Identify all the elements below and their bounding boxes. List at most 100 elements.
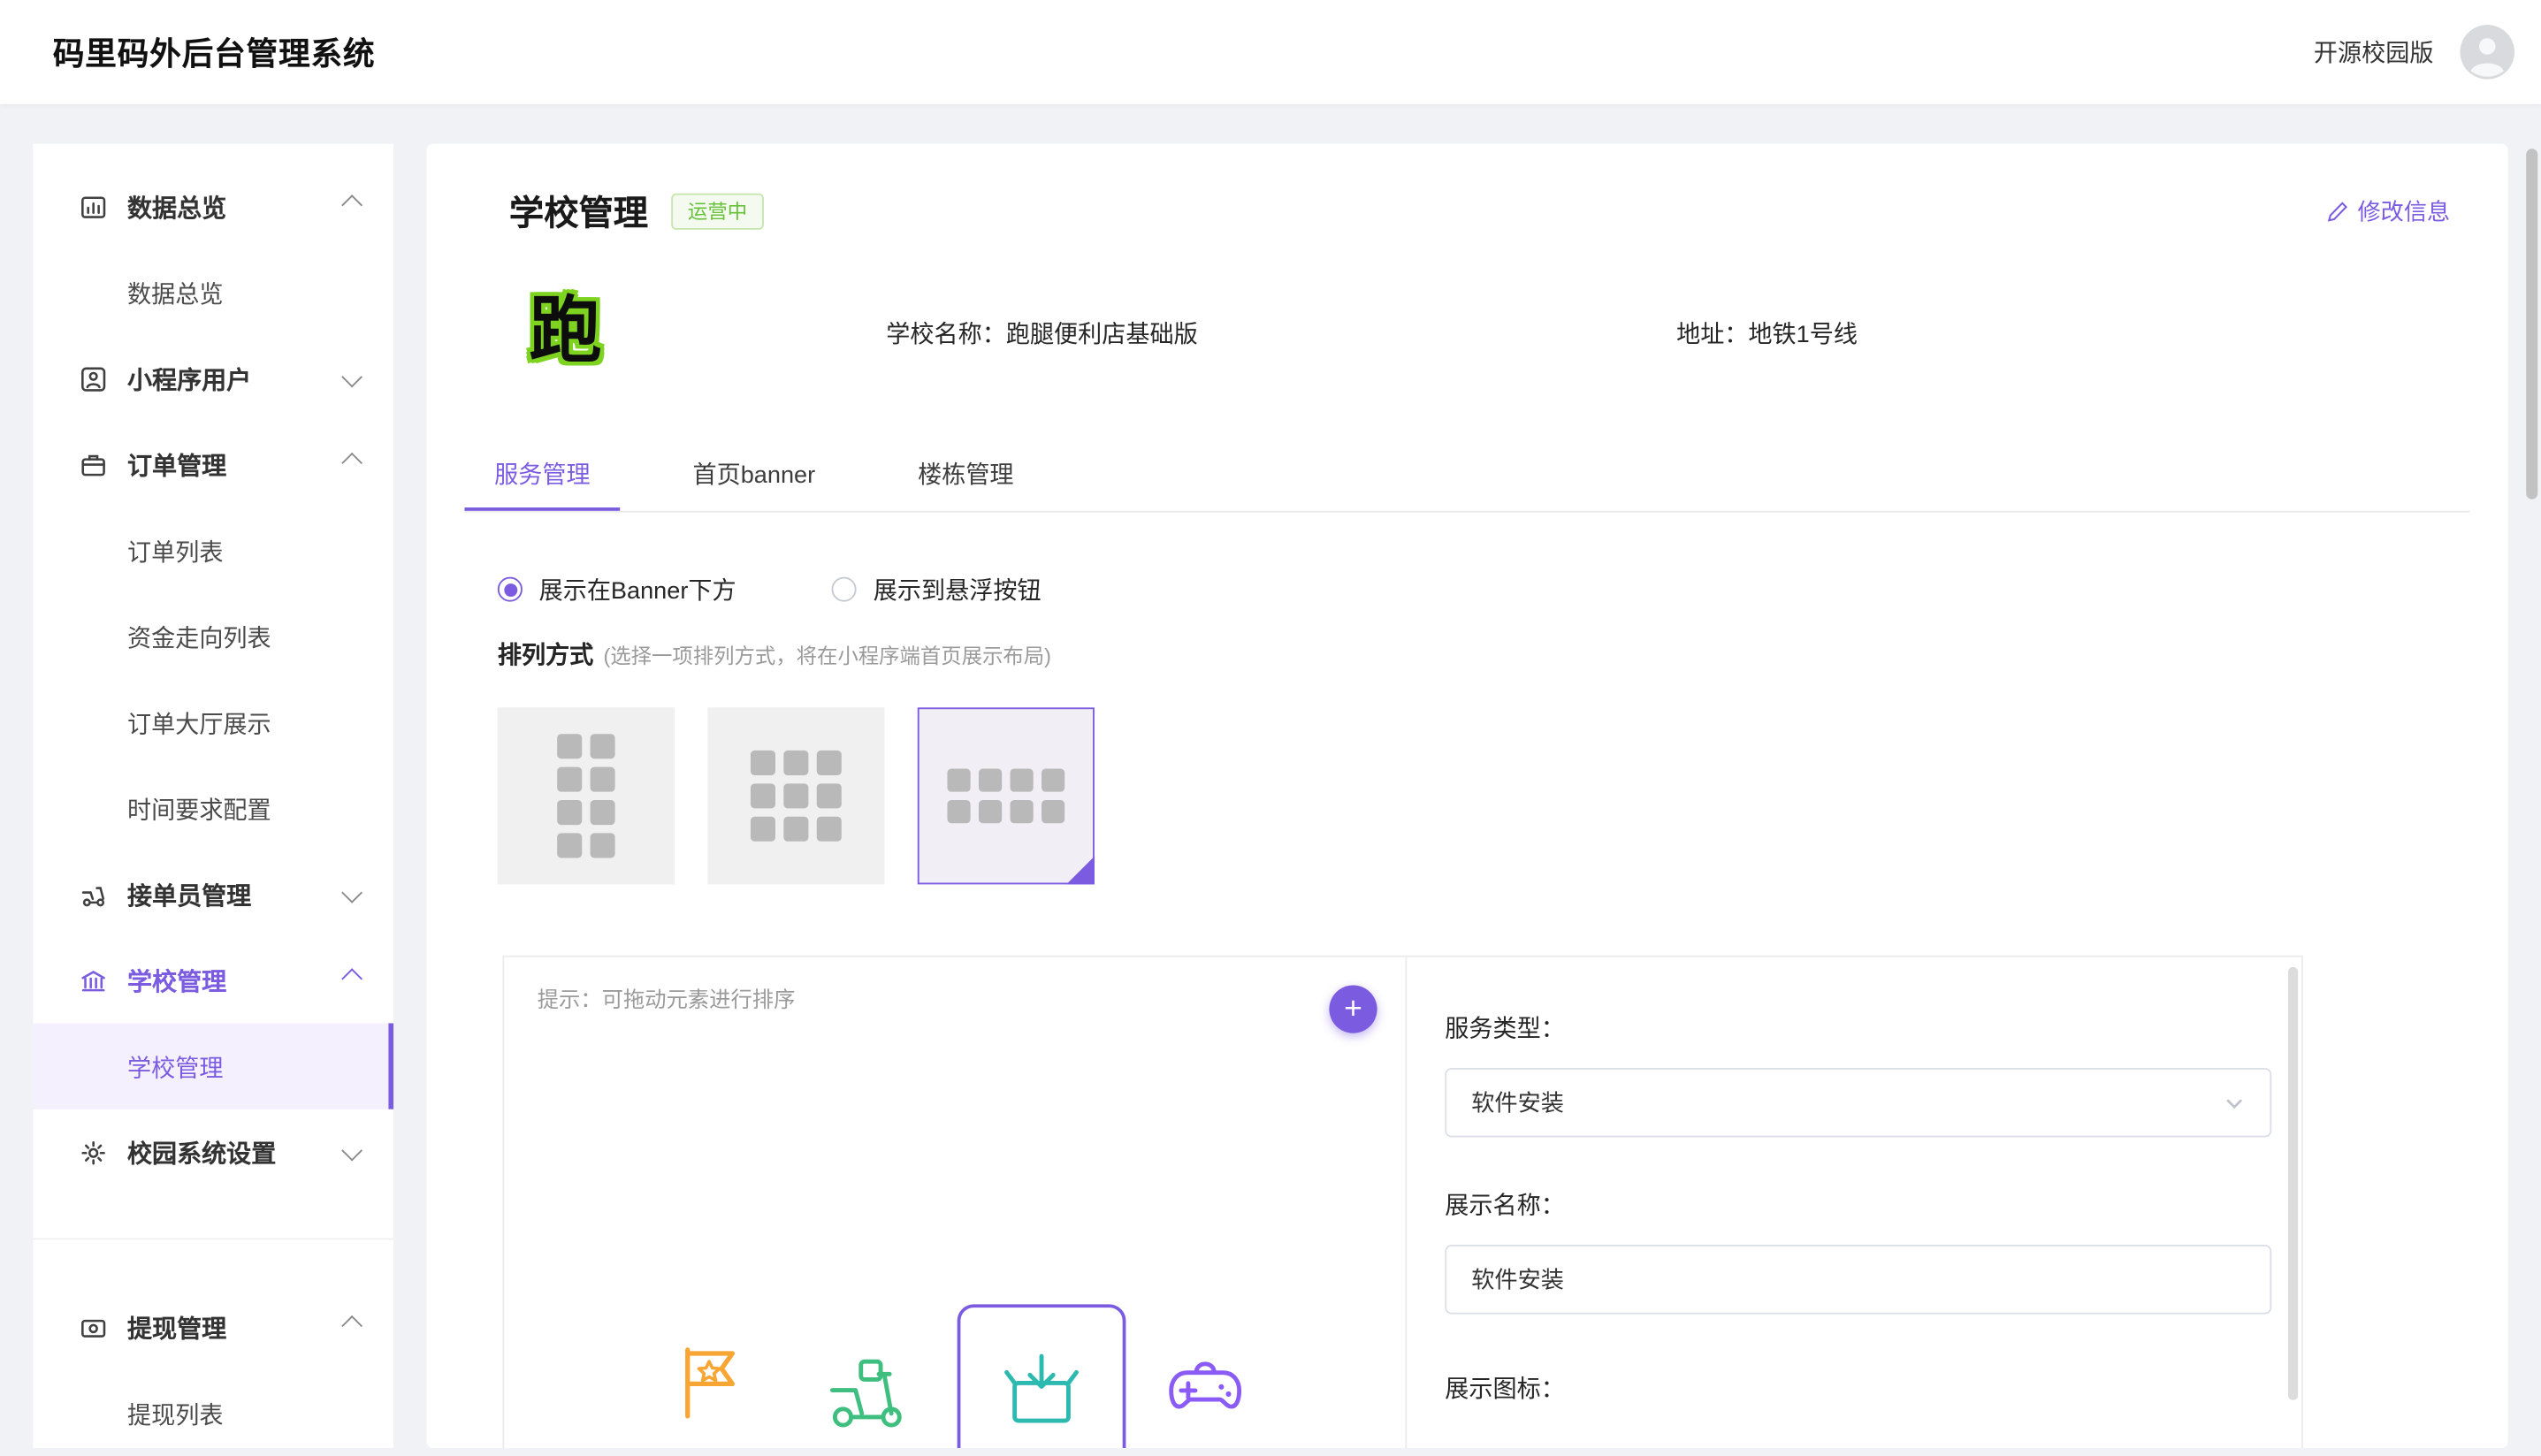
service-settings-section: 展示在Banner下方 展示到悬浮按钮 排列方式 (选择一项排列方式，将在小程序… <box>426 572 2507 1448</box>
sidebar-item-label: 提现管理 <box>127 1310 226 1345</box>
sidebar: 数据总览 数据总览 小程序用户 订单管理 订单列表 资金走向列表 订单 <box>33 144 393 1448</box>
gamepad-icon <box>1163 1344 1248 1429</box>
chart-board-icon <box>78 192 108 222</box>
display-name-field <box>1445 1245 2271 1315</box>
sidebar-subitem-school-management[interactable]: 学校管理 <box>33 1023 393 1109</box>
user-avatar[interactable] <box>2460 25 2514 80</box>
school-icon <box>78 965 108 995</box>
main-panel: 学校管理 运营中 修改信息 跑 学校名称：跑腿便利店基础版 地址：地铁1号线 服… <box>426 144 2507 1448</box>
sidebar-subitem-withdraw-list[interactable]: 提现列表 <box>33 1370 393 1456</box>
sidebar-item-data-overview[interactable]: 数据总览 <box>33 164 393 249</box>
chevron-down-icon <box>341 1140 362 1161</box>
layout-option-2col[interactable] <box>498 707 675 884</box>
display-name-input[interactable] <box>1471 1266 2245 1292</box>
sidebar-item-withdraw-management[interactable]: 提现管理 <box>33 1284 393 1370</box>
sort-hint: 提示：可拖动元素进行排序 <box>504 957 1405 1014</box>
service-item-gamepad[interactable] <box>1163 1344 1248 1429</box>
sidebar-subitem-fund-flow-list[interactable]: 资金走向列表 <box>33 593 393 679</box>
radio-banner-below[interactable]: 展示在Banner下方 <box>498 572 736 606</box>
delivery-scooter-icon <box>823 1347 909 1433</box>
sidebar-item-courier-management[interactable]: 接单员管理 <box>33 851 393 937</box>
layout-option-4col[interactable] <box>918 707 1095 884</box>
tab-home-banner[interactable]: 首页banner <box>663 445 845 511</box>
sidebar-subitem-label: 时间要求配置 <box>127 791 271 826</box>
radio-label: 展示在Banner下方 <box>539 572 736 606</box>
sortable-services-area: 提示：可拖动元素进行排序 + <box>504 957 1407 1448</box>
school-address-label: 地址： <box>1676 322 1748 348</box>
service-type-value: 软件安装 <box>1471 1086 1564 1119</box>
radio-unchecked-icon <box>832 577 857 602</box>
sidebar-item-school-management[interactable]: 学校管理 <box>33 937 393 1023</box>
app: 码里码外后台管理系统 开源校园版 数据总览 数据总览 <box>0 0 2541 1448</box>
sidebar-item-label: 订单管理 <box>127 447 226 482</box>
display-name-label: 展示名称： <box>1445 1187 2301 1222</box>
sidebar-item-campus-settings[interactable]: 校园系统设置 <box>33 1109 393 1195</box>
display-position-radios: 展示在Banner下方 展示到悬浮按钮 <box>464 572 2469 606</box>
tab-service-management[interactable]: 服务管理 <box>464 445 620 511</box>
tab-bar: 服务管理 首页banner 楼栋管理 <box>464 445 2469 513</box>
arrangement-hint: (选择一项排列方式，将在小程序端首页展示布局) <box>604 638 1051 670</box>
withdraw-icon <box>78 1313 108 1343</box>
edit-info-link[interactable]: 修改信息 <box>2326 195 2450 228</box>
sidebar-item-order-management[interactable]: 订单管理 <box>33 422 393 507</box>
form-scrollbar[interactable] <box>2288 967 2298 1400</box>
user-avatar-icon <box>2460 25 2514 80</box>
app-title: 码里码外后台管理系统 <box>53 30 376 74</box>
layout-2col-preview-icon <box>557 734 614 858</box>
flag-star-icon <box>668 1338 753 1423</box>
sidebar-subitem-order-hall[interactable]: 订单大厅展示 <box>33 680 393 766</box>
chevron-up-icon <box>341 452 362 473</box>
sidebar-subitem-label: 提现列表 <box>127 1396 223 1430</box>
sidebar-subitem-data-overview[interactable]: 数据总览 <box>33 249 393 335</box>
edit-info-label: 修改信息 <box>2357 195 2450 228</box>
pencil-icon <box>2326 200 2349 223</box>
page-head: 学校管理 运营中 修改信息 跑 学校名称：跑腿便利店基础版 地址：地铁1号线 <box>426 144 2507 369</box>
service-form: 服务类型： 软件安装 展示名称： 展示图标： <box>1407 957 2301 1448</box>
chevron-down-icon <box>2224 1092 2245 1113</box>
service-editor-panel: 提示：可拖动元素进行排序 + <box>502 956 2302 1448</box>
page-title: 学校管理 <box>509 187 648 236</box>
sidebar-item-label: 学校管理 <box>127 963 226 997</box>
arrangement-title: 排列方式 <box>498 637 593 671</box>
user-badge-icon <box>78 363 108 393</box>
sidebar-item-label: 接单员管理 <box>127 877 251 911</box>
selected-corner-icon <box>1066 857 1095 885</box>
tab-building-management[interactable]: 楼栋管理 <box>888 445 1043 511</box>
sidebar-item-label: 数据总览 <box>127 189 226 224</box>
layout-3col-preview-icon <box>751 751 842 842</box>
school-address: 地址：地铁1号线 <box>1676 315 1858 349</box>
courier-icon <box>78 880 108 910</box>
sidebar-subitem-order-list[interactable]: 订单列表 <box>33 507 393 593</box>
sidebar-subitem-label: 学校管理 <box>127 1048 223 1083</box>
service-item-scooter[interactable] <box>823 1347 909 1433</box>
display-icon-label: 展示图标： <box>1445 1370 2301 1405</box>
page-scrollbar[interactable] <box>2526 149 2537 499</box>
status-badge: 运营中 <box>671 194 764 230</box>
service-type-label: 服务类型： <box>1445 1010 2301 1045</box>
sidebar-subitem-label: 资金走向列表 <box>127 619 271 653</box>
box-download-icon <box>998 1347 1084 1433</box>
sidebar-item-miniprogram-users[interactable]: 小程序用户 <box>33 336 393 422</box>
school-address-value: 地铁1号线 <box>1748 322 1858 348</box>
school-name-value: 跑腿便利店基础版 <box>1006 322 1198 348</box>
service-item-box-download[interactable] <box>998 1347 1084 1433</box>
school-name: 学校名称：跑腿便利店基础版 <box>886 315 1676 349</box>
sidebar-item-label: 小程序用户 <box>127 362 251 396</box>
service-type-select[interactable]: 软件安装 <box>1445 1068 2271 1138</box>
topbar: 码里码外后台管理系统 开源校园版 <box>0 0 2541 104</box>
chevron-down-icon <box>341 366 362 387</box>
school-name-label: 学校名称： <box>886 322 1006 348</box>
topbar-right: 开源校园版 <box>2314 25 2514 80</box>
sidebar-subitem-time-config[interactable]: 时间要求配置 <box>33 766 393 851</box>
layout-options <box>464 707 2469 884</box>
chevron-down-icon <box>341 881 362 903</box>
add-service-button[interactable]: + <box>1329 985 1377 1033</box>
service-item-flag[interactable] <box>668 1338 753 1423</box>
radio-floating-button[interactable]: 展示到悬浮按钮 <box>832 572 1042 606</box>
radio-label: 展示到悬浮按钮 <box>874 572 1042 606</box>
sidebar-subitem-label: 订单列表 <box>127 533 223 568</box>
school-logo: 跑 <box>529 296 601 369</box>
sidebar-subitem-label: 数据总览 <box>127 275 223 309</box>
layout-4col-preview-icon <box>947 769 1064 824</box>
layout-option-3col[interactable] <box>707 707 884 884</box>
